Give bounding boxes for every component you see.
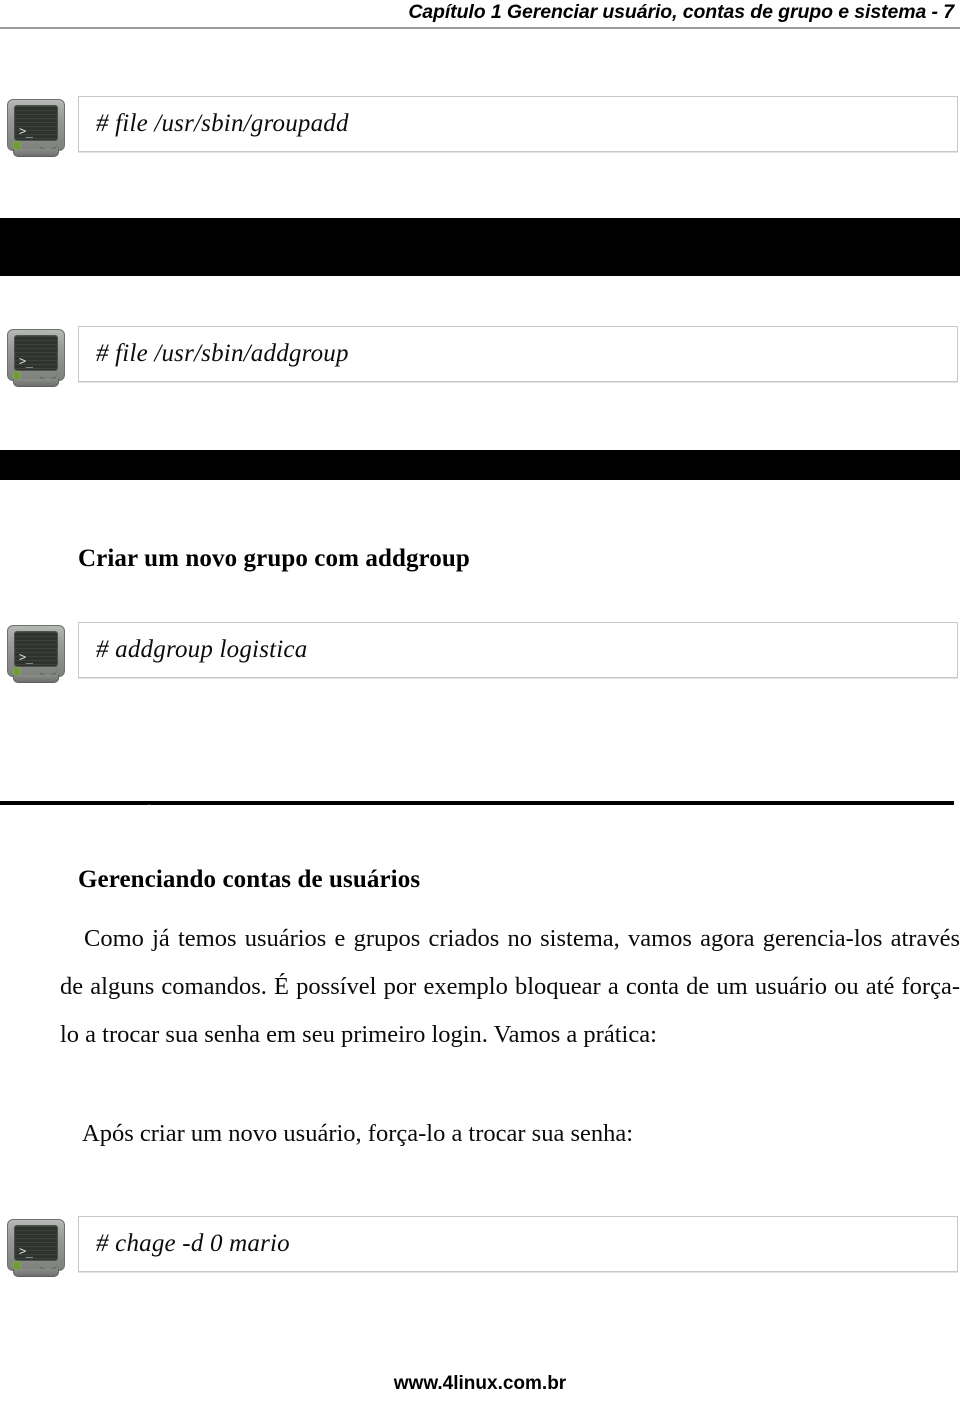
command-row-2: >_ # file /usr/sbin/addgroup	[0, 326, 960, 398]
command-text-3: # addgroup logistica	[96, 636, 308, 663]
terminal-icon-led	[14, 372, 20, 379]
terminal-icon-prompt: >_	[19, 124, 33, 138]
body-paragraph-2: Após criar um novo usuário, força-lo a t…	[82, 1120, 634, 1147]
terminal-icon-screen: >_	[14, 631, 58, 667]
terminal-output-3: Adding group `logistica' (GID 1005) ... …	[0, 747, 960, 805]
command-row-4: >_ # chage -d 0 mario	[0, 1216, 960, 1288]
terminal-icon-prompt: >_	[19, 1244, 33, 1258]
terminal-icon-screen: >_	[14, 105, 58, 141]
command-box-3: # addgroup logistica	[78, 622, 958, 678]
terminal-icon: >_	[5, 625, 69, 687]
command-row-3: >_ # addgroup logistica	[0, 622, 960, 694]
terminal-icon-led	[14, 668, 20, 675]
terminal-icon-bezel: >_	[7, 1219, 65, 1271]
terminal-icon-prompt: >_	[19, 650, 33, 664]
terminal-output-3-line-1: Adding group `logistica' (GID 1005) ...	[0, 801, 954, 805]
command-box-1: # file /usr/sbin/groupadd	[78, 96, 958, 152]
terminal-icon-base	[13, 1269, 59, 1277]
footer-url: www.4linux.com.br	[393, 1373, 567, 1394]
section-heading-gerenciando-contas: Gerenciando contas de usuários	[78, 866, 421, 893]
terminal-icon-bezel: >_	[7, 625, 65, 677]
command-row-1: >_ # file /usr/sbin/groupadd	[0, 96, 960, 168]
terminal-icon-base	[13, 379, 59, 387]
terminal-icon-base	[13, 149, 59, 157]
terminal-icon: >_	[5, 99, 69, 161]
terminal-output-1: /usr/sbin/groupadd: ELF 32-bit LSB execu…	[0, 218, 960, 276]
terminal-icon: >_	[5, 1219, 69, 1281]
terminal-icon-base	[13, 675, 59, 683]
terminal-output-1-line-1: /usr/sbin/groupadd: ELF 32-bit LSB execu…	[0, 272, 954, 276]
command-text-1: # file /usr/sbin/groupadd	[96, 110, 349, 137]
terminal-icon-bezel: >_	[7, 99, 65, 151]
header-divider	[0, 27, 960, 29]
page-header: Capítulo 1 Gerenciar usuário, contas de …	[0, 0, 960, 28]
command-text-2: # file /usr/sbin/addgroup	[96, 340, 349, 367]
page-footer: www.4linux.com.br	[0, 1373, 960, 1395]
terminal-icon-prompt: >_	[19, 354, 33, 368]
terminal-output-2: /usr/sbin/addgroup: symbolic link to `ad…	[0, 450, 960, 480]
section-heading-criar-grupo: Criar um novo grupo com addgroup	[78, 545, 470, 572]
terminal-icon-screen: >_	[14, 1225, 58, 1261]
terminal-icon-screen: >_	[14, 335, 58, 371]
terminal-icon: >_	[5, 329, 69, 391]
terminal-icon-bezel: >_	[7, 329, 65, 381]
terminal-icon-led	[14, 142, 20, 149]
command-text-4: # chage -d 0 mario	[96, 1230, 290, 1257]
command-box-2: # file /usr/sbin/addgroup	[78, 326, 958, 382]
body-paragraph-1: Como já temos usuários e grupos criados …	[60, 925, 960, 1048]
command-box-4: # chage -d 0 mario	[78, 1216, 958, 1272]
terminal-icon-led	[14, 1262, 20, 1269]
page-title: Capítulo 1 Gerenciar usuário, contas de …	[408, 1, 954, 23]
